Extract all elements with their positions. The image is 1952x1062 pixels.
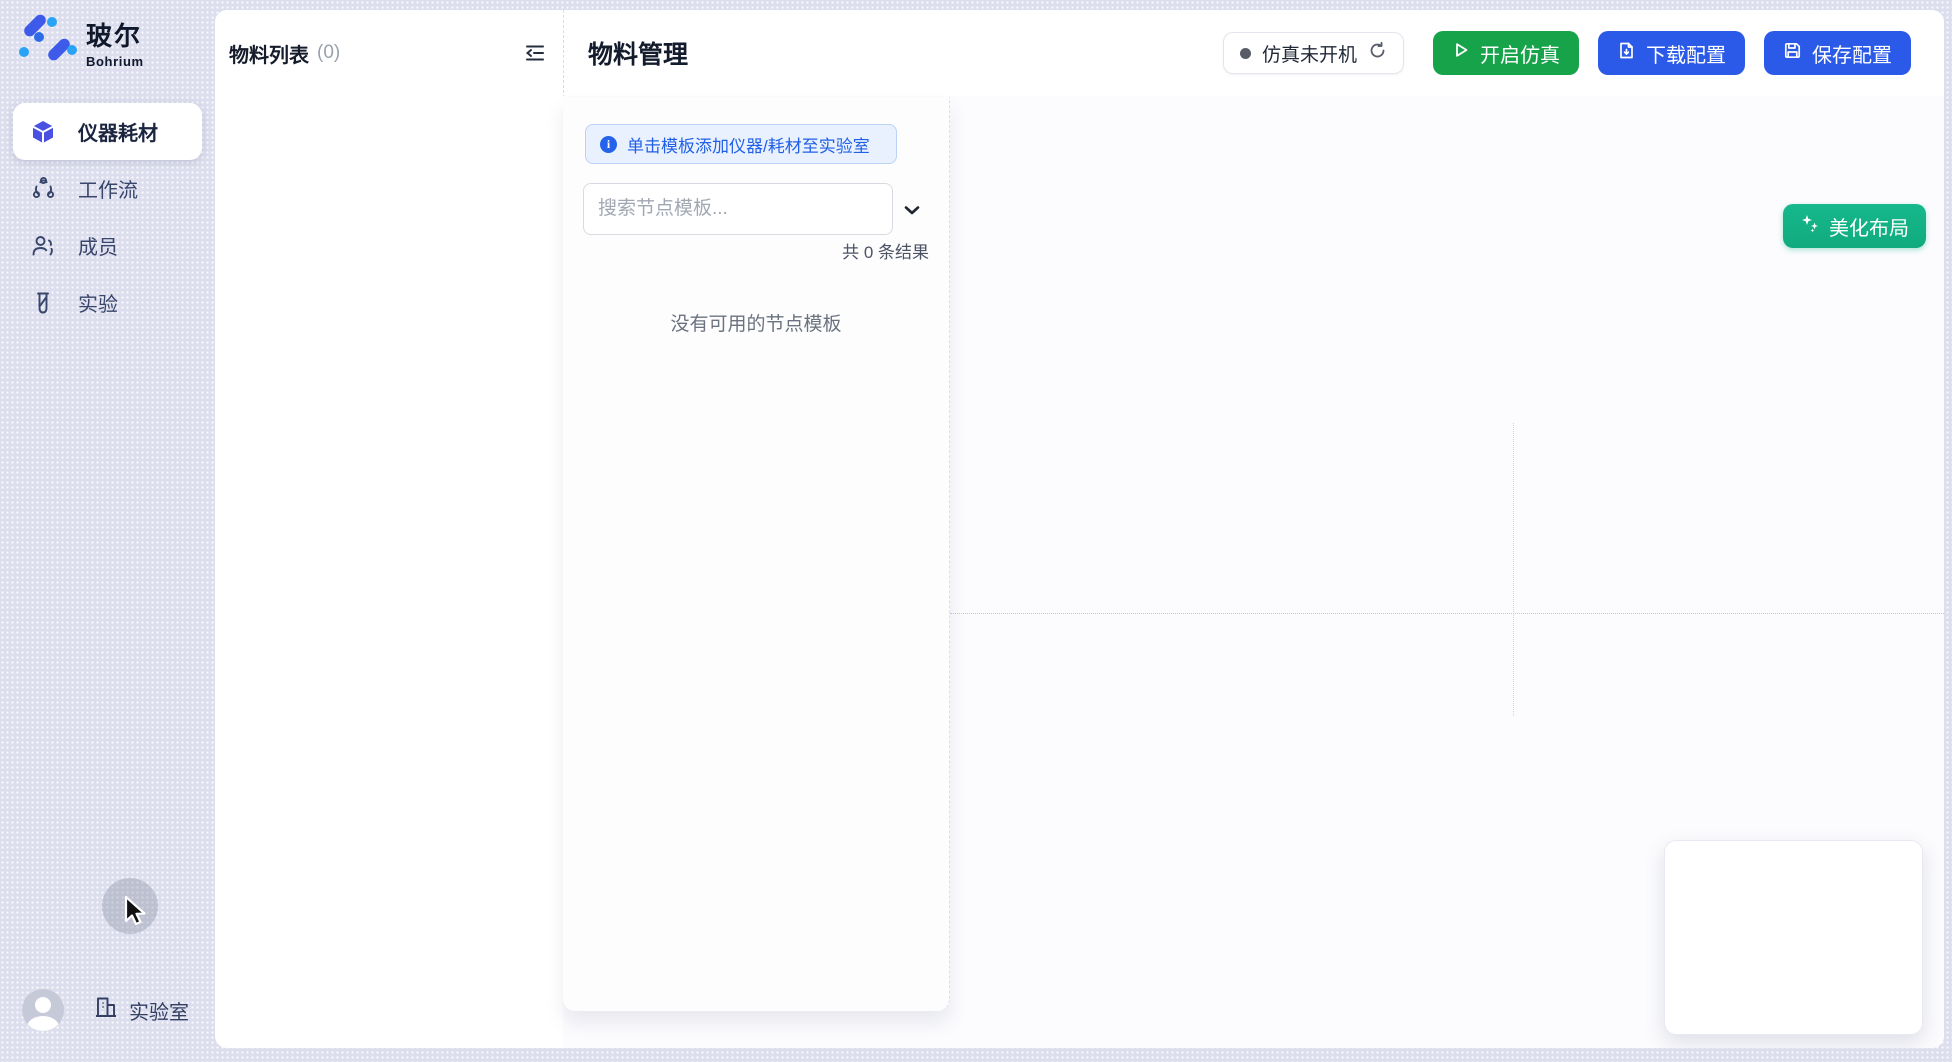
save-config-label: 保存配置	[1812, 39, 1892, 68]
sidebar-item-members[interactable]: 成员	[13, 217, 202, 274]
template-hint-text: 单击模板添加仪器/耗材至实验室	[627, 132, 870, 157]
sidebar-item-experiment[interactable]: 实验	[13, 274, 202, 331]
beautify-layout-label: 美化布局	[1829, 212, 1909, 241]
refresh-icon[interactable]	[1368, 41, 1387, 65]
brand[interactable]: 玻尔 Bohrium	[16, 14, 144, 71]
material-list-title: 物料列表	[229, 39, 309, 68]
page-title: 物料管理	[588, 35, 688, 71]
brand-subtitle: Bohrium	[86, 54, 144, 69]
save-icon	[1783, 41, 1802, 66]
status-dot-icon	[1240, 48, 1251, 59]
material-list-header: 物料列表 (0)	[215, 10, 563, 96]
sidebar: 玻尔 Bohrium 仪器耗材 工作流	[0, 0, 215, 1062]
header-actions: 仿真未开机 开启仿真	[1223, 31, 1911, 75]
cube-icon	[30, 119, 56, 145]
lab-switcher[interactable]: 实验室	[93, 994, 189, 1026]
building-icon	[93, 994, 119, 1026]
sidebar-item-label: 仪器耗材	[78, 117, 158, 146]
start-simulation-button[interactable]: 开启仿真	[1433, 31, 1579, 75]
info-circle-icon: i	[600, 136, 617, 153]
start-simulation-label: 开启仿真	[1480, 39, 1560, 68]
sidebar-item-label: 成员	[78, 231, 118, 260]
save-config-button[interactable]: 保存配置	[1764, 31, 1911, 75]
layout-canvas[interactable]: i 单击模板添加仪器/耗材至实验室 共 0 条结果 没有可用的节点模板 美化布局	[563, 96, 1944, 1048]
download-config-button[interactable]: 下载配置	[1598, 31, 1745, 75]
experiment-icon	[30, 290, 56, 316]
sidebar-item-label: 实验	[78, 288, 118, 317]
material-list-count: (0)	[317, 42, 340, 64]
sidebar-item-workflow[interactable]: 工作流	[13, 160, 202, 217]
node-template-panel: i 单击模板添加仪器/耗材至实验室 共 0 条结果 没有可用的节点模板	[563, 97, 950, 1011]
play-icon	[1452, 41, 1470, 65]
sidebar-nav: 仪器耗材 工作流 成员	[13, 103, 202, 331]
main-container: 物料列表 (0) 物料管理 仿真未开机	[215, 10, 1944, 1048]
template-search-input[interactable]	[583, 183, 893, 235]
page-header: 物料管理 仿真未开机 开启仿真	[563, 10, 1944, 96]
template-hint-banner[interactable]: i 单击模板添加仪器/耗材至实验室	[585, 124, 897, 164]
sidebar-item-label: 工作流	[78, 174, 138, 203]
canvas-guide-line-horizontal	[950, 613, 1944, 614]
sidebar-item-instruments[interactable]: 仪器耗材	[13, 103, 202, 160]
bohrium-logo-icon	[16, 14, 78, 71]
file-download-icon	[1617, 41, 1636, 66]
sparkles-icon	[1800, 213, 1820, 239]
lab-label: 实验室	[129, 996, 189, 1025]
chevron-down-icon[interactable]	[901, 199, 923, 221]
user-avatar[interactable]	[22, 989, 64, 1031]
beautify-layout-button[interactable]: 美化布局	[1783, 204, 1926, 248]
canvas-guide-line-vertical	[1513, 423, 1514, 716]
minimap-panel[interactable]	[1664, 840, 1923, 1035]
empty-template-message: 没有可用的节点模板	[563, 309, 949, 336]
menu-fold-icon[interactable]	[521, 39, 549, 67]
brand-name: 玻尔	[86, 16, 144, 53]
result-count: 共 0 条结果	[842, 238, 929, 263]
simulation-status-pill[interactable]: 仿真未开机	[1223, 32, 1404, 74]
simulation-status-label: 仿真未开机	[1262, 40, 1357, 67]
download-config-label: 下载配置	[1646, 39, 1726, 68]
members-icon	[30, 233, 56, 259]
sidebar-footer: 实验室	[22, 989, 189, 1031]
workflow-icon	[30, 176, 56, 202]
